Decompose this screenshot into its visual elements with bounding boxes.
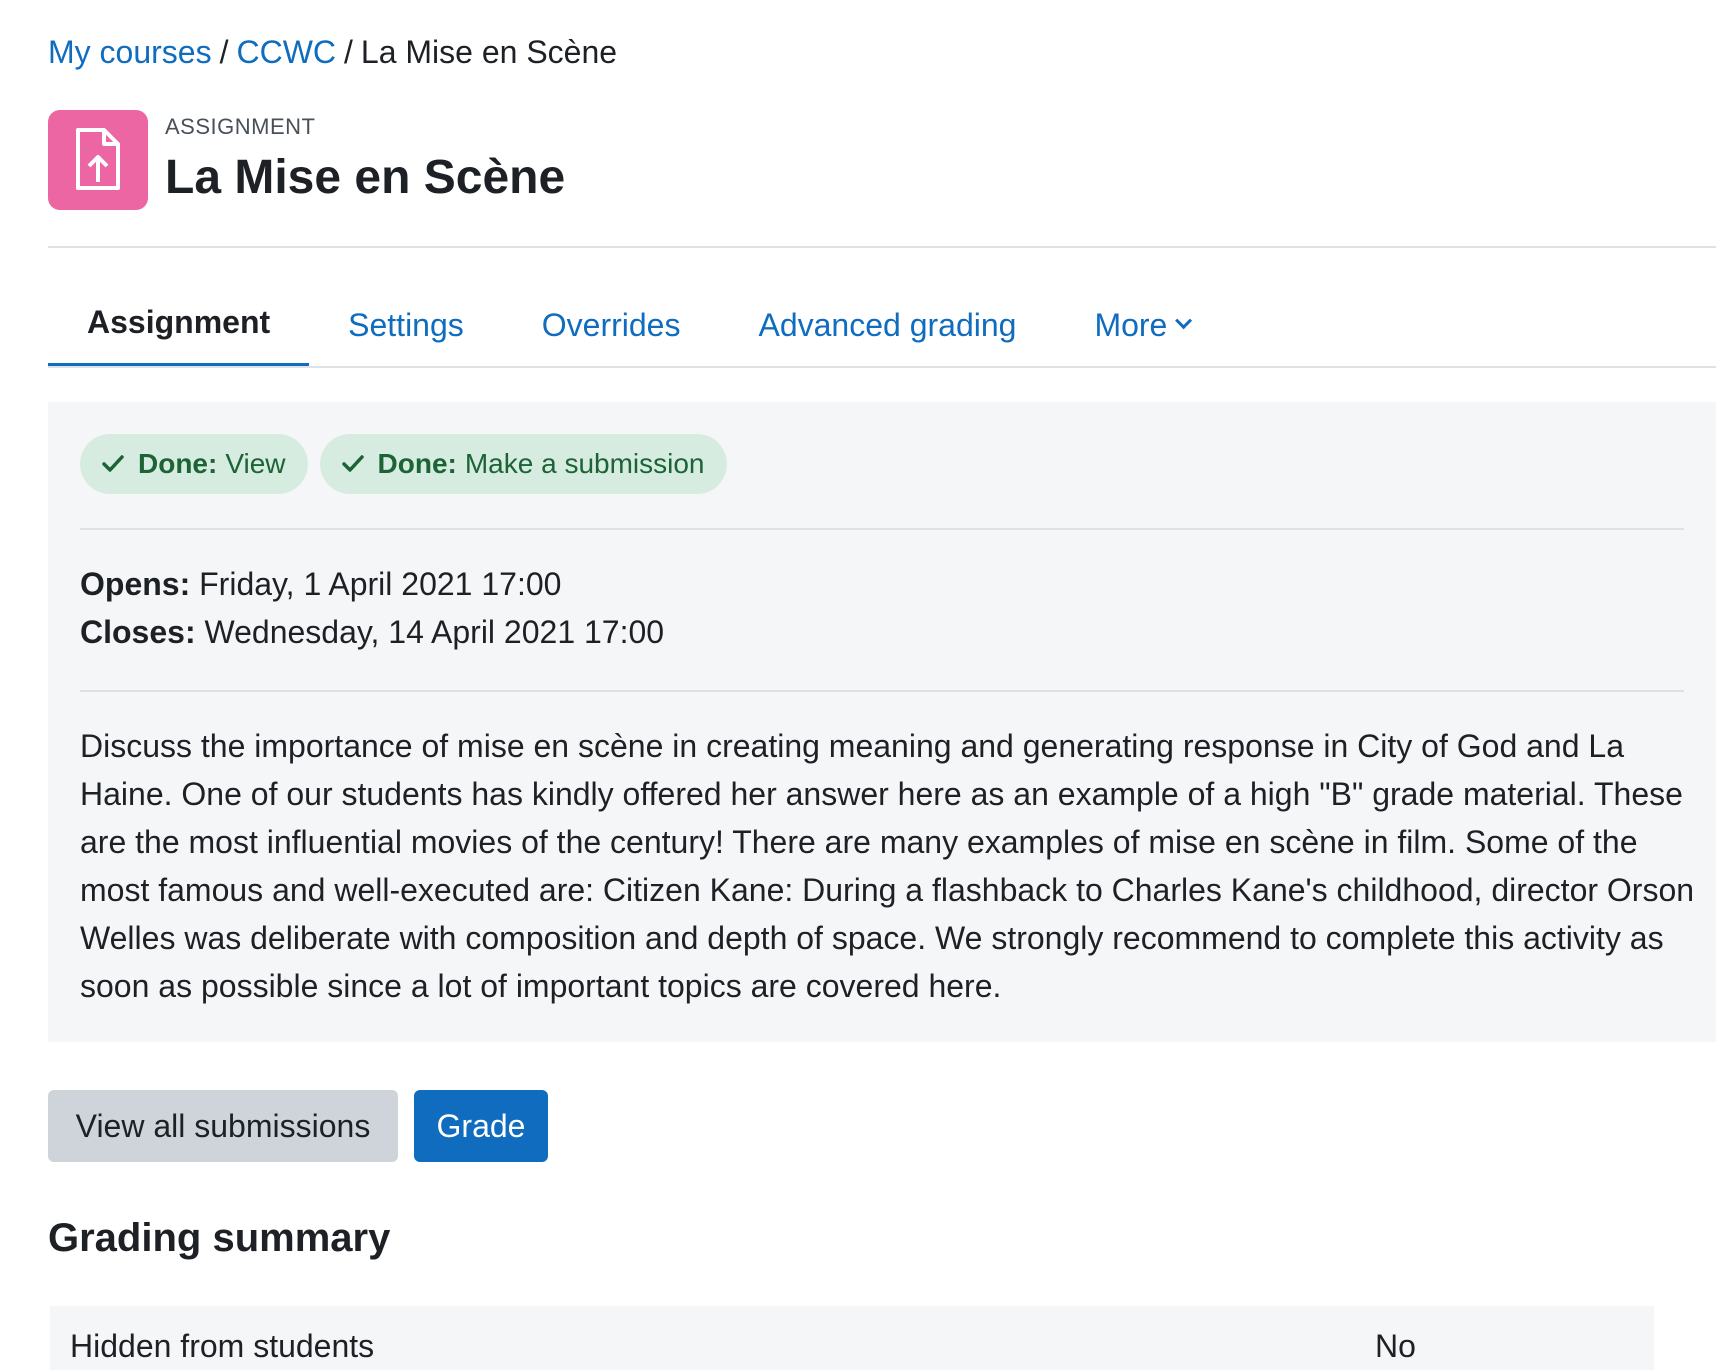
closes-label: Closes: — [80, 614, 196, 650]
completion-badge-view: Done: View — [80, 434, 308, 494]
completion-badges: Done: View Done: Make a submission — [80, 434, 727, 494]
tab-advanced-grading[interactable]: Advanced grading — [719, 282, 1055, 368]
page-title: La Mise en Scène — [165, 151, 566, 204]
breadcrumb: My courses / CCWC / La Mise en Scène — [48, 32, 617, 72]
check-icon — [102, 455, 124, 472]
closes-value: Wednesday, 14 April 2021 17:00 — [204, 614, 665, 650]
breadcrumb-separator: / — [219, 34, 229, 70]
tab-more[interactable]: More — [1055, 282, 1230, 368]
opens-label: Opens: — [80, 566, 191, 602]
tabs-divider — [48, 366, 1716, 368]
check-icon — [341, 455, 364, 472]
grading-summary-heading: Grading summary — [48, 1216, 391, 1260]
completion-label: View — [225, 448, 286, 479]
breadcrumb-separator: / — [344, 34, 353, 70]
closes-date: Closes: Wednesday, 14 April 2021 17:00 — [80, 608, 664, 656]
completion-status: Done: — [138, 448, 218, 479]
activity-dates: Opens: Friday, 1 April 2021 17:00 Closes… — [80, 560, 664, 656]
secondary-navigation: Assignment Settings Overrides Advanced g… — [48, 282, 1230, 368]
opens-value: Friday, 1 April 2021 17:00 — [199, 566, 562, 602]
tab-overrides[interactable]: Overrides — [503, 282, 720, 368]
view-all-submissions-button[interactable]: View all submissions — [48, 1090, 398, 1162]
row-value: No — [1375, 1328, 1416, 1364]
opens-date: Opens: Friday, 1 April 2021 17:00 — [80, 560, 664, 608]
completion-status: Done: — [377, 448, 457, 479]
assignment-page: My courses / CCWC / La Mise en Scène ASSIGNM… — [0, 0, 1736, 1370]
chevron-down-icon — [1175, 312, 1193, 330]
file-upload-icon — [76, 128, 120, 190]
tab-more-label: More — [1094, 306, 1168, 343]
header-divider — [48, 246, 1716, 248]
grade-button[interactable]: Grade — [414, 1090, 548, 1162]
activity-type-label: ASSIGNMENT — [165, 114, 316, 139]
grading-summary-table: Hidden from students No — [50, 1306, 1654, 1370]
tab-assignment[interactable]: Assignment — [48, 282, 310, 368]
breadcrumb-my-courses[interactable]: My courses — [48, 34, 212, 70]
panel-divider — [80, 528, 1684, 530]
completion-label: Make a submission — [464, 448, 705, 479]
panel-divider — [80, 690, 1684, 692]
breadcrumb-course[interactable]: CCWC — [236, 34, 336, 70]
activity-icon-box — [48, 110, 148, 210]
tab-settings[interactable]: Settings — [309, 282, 503, 368]
table-row: Hidden from students No — [50, 1306, 1654, 1370]
breadcrumb-current: La Mise en Scène — [360, 34, 618, 70]
row-label: Hidden from students — [70, 1328, 375, 1364]
assignment-description: Discuss the importance of mise en scène … — [80, 728, 1695, 1004]
activity-information: Done: View Done: Make a submission Opens… — [48, 402, 1716, 1042]
completion-badge-submission: Done: Make a submission — [319, 434, 727, 494]
